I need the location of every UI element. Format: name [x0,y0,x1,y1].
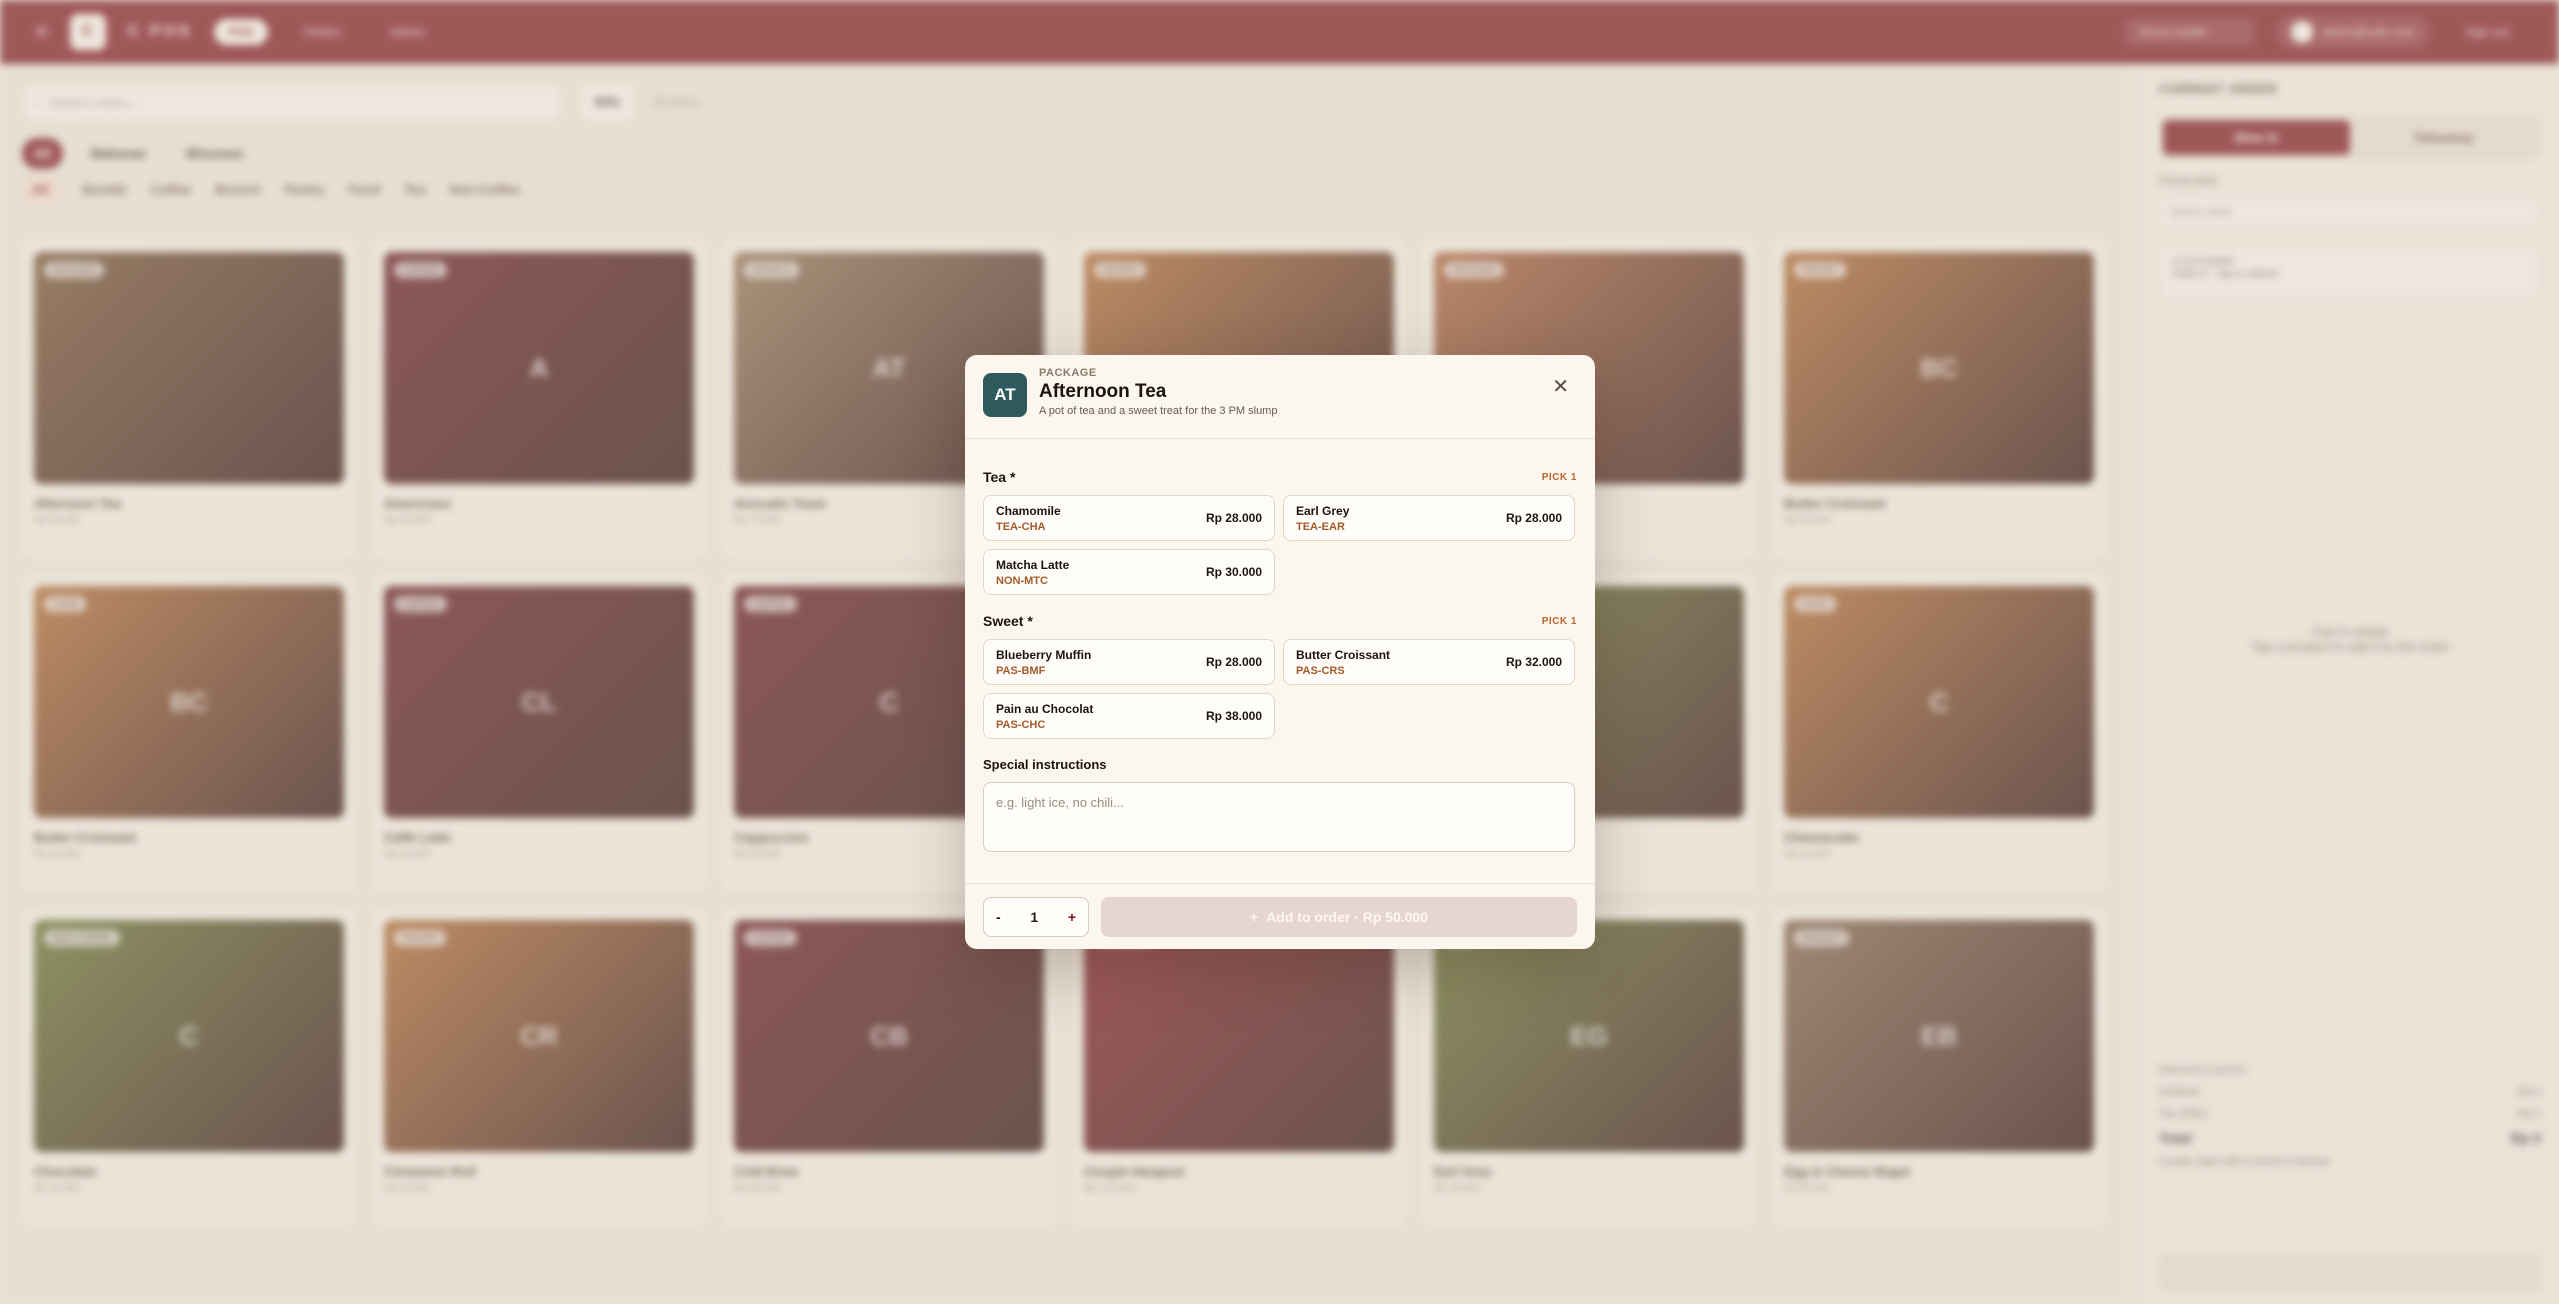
group-pick-count: PICK 1 [1541,615,1577,627]
option-price: Rp 38.000 [1205,709,1262,723]
decrement-button[interactable]: - [996,909,1001,925]
option-code: PAS-CHC [996,718,1046,731]
option-code: TEA-CHA [996,520,1046,533]
option-chamomile[interactable]: Chamomile TEA-CHA Rp 28.000 [983,495,1275,541]
option-code: PAS-BMF [996,664,1046,677]
modal-footer: - 1 + + Add to order · Rp 50.000 [965,883,1595,949]
option-code: PAS-CRS [1296,664,1345,677]
option-name: Blueberry Muffin [996,647,1092,662]
option-code: TEA-EAR [1296,520,1345,533]
option-price: Rp 32.000 [1505,655,1562,669]
option-price: Rp 28.000 [1205,655,1262,669]
option-pain-au-chocolat[interactable]: Pain au Chocolat PAS-CHC Rp 38.000 [983,693,1275,739]
package-modal: AT PACKAGE Afternoon Tea A pot of tea an… [965,355,1595,949]
modal-body: Tea * PICK 1 Chamomile TEA-CHA Rp 28.000 … [965,439,1595,857]
plus-icon: + [1250,908,1259,925]
option-name: Matcha Latte [996,557,1070,572]
quantity-stepper: - 1 + [983,896,1089,937]
increment-button[interactable]: + [1068,909,1076,925]
option-group-sweet: Sweet * PICK 1 Blueberry Muffin PAS-BMF R… [983,613,1577,739]
option-price: Rp 28.000 [1205,511,1262,525]
option-butter-croissant[interactable]: Butter Croissant PAS-CRS Rp 32.000 [1283,639,1575,685]
option-price: Rp 30.000 [1205,565,1262,579]
modal-description: A pot of tea and a sweet treat for the 3… [1039,405,1278,417]
modal-kicker: PACKAGE [1039,367,1097,379]
option-name: Earl Grey [1296,503,1350,518]
add-to-order-button[interactable]: + Add to order · Rp 50.000 [1101,896,1577,937]
group-title: Tea * [983,469,1016,485]
option-code: NON-MTC [996,574,1048,587]
group-pick-count: PICK 1 [1541,471,1577,483]
option-blueberry-muffin[interactable]: Blueberry Muffin PAS-BMF Rp 28.000 [983,639,1275,685]
modal-header: AT PACKAGE Afternoon Tea A pot of tea an… [965,355,1595,439]
option-name: Pain au Chocolat [996,701,1094,716]
option-name: Chamomile [996,503,1061,518]
instructions-textarea[interactable] [983,782,1575,852]
instructions-label: Special instructions [983,757,1107,772]
add-to-order-label: Add to order · Rp 50.000 [1266,908,1428,925]
group-title: Sweet * [983,613,1033,629]
package-avatar: AT [983,373,1027,417]
modal-title: Afternoon Tea [1039,381,1167,402]
close-icon[interactable]: ✕ [1552,377,1569,397]
option-group-tea: Tea * PICK 1 Chamomile TEA-CHA Rp 28.000 … [983,469,1577,595]
option-earl-grey[interactable]: Earl Grey TEA-EAR Rp 28.000 [1283,495,1575,541]
quantity-value: 1 [1030,908,1039,925]
option-price: Rp 28.000 [1505,511,1562,525]
option-matcha-latte[interactable]: Matcha Latte NON-MTC Rp 30.000 [983,549,1275,595]
option-name: Butter Croissant [1296,647,1391,662]
